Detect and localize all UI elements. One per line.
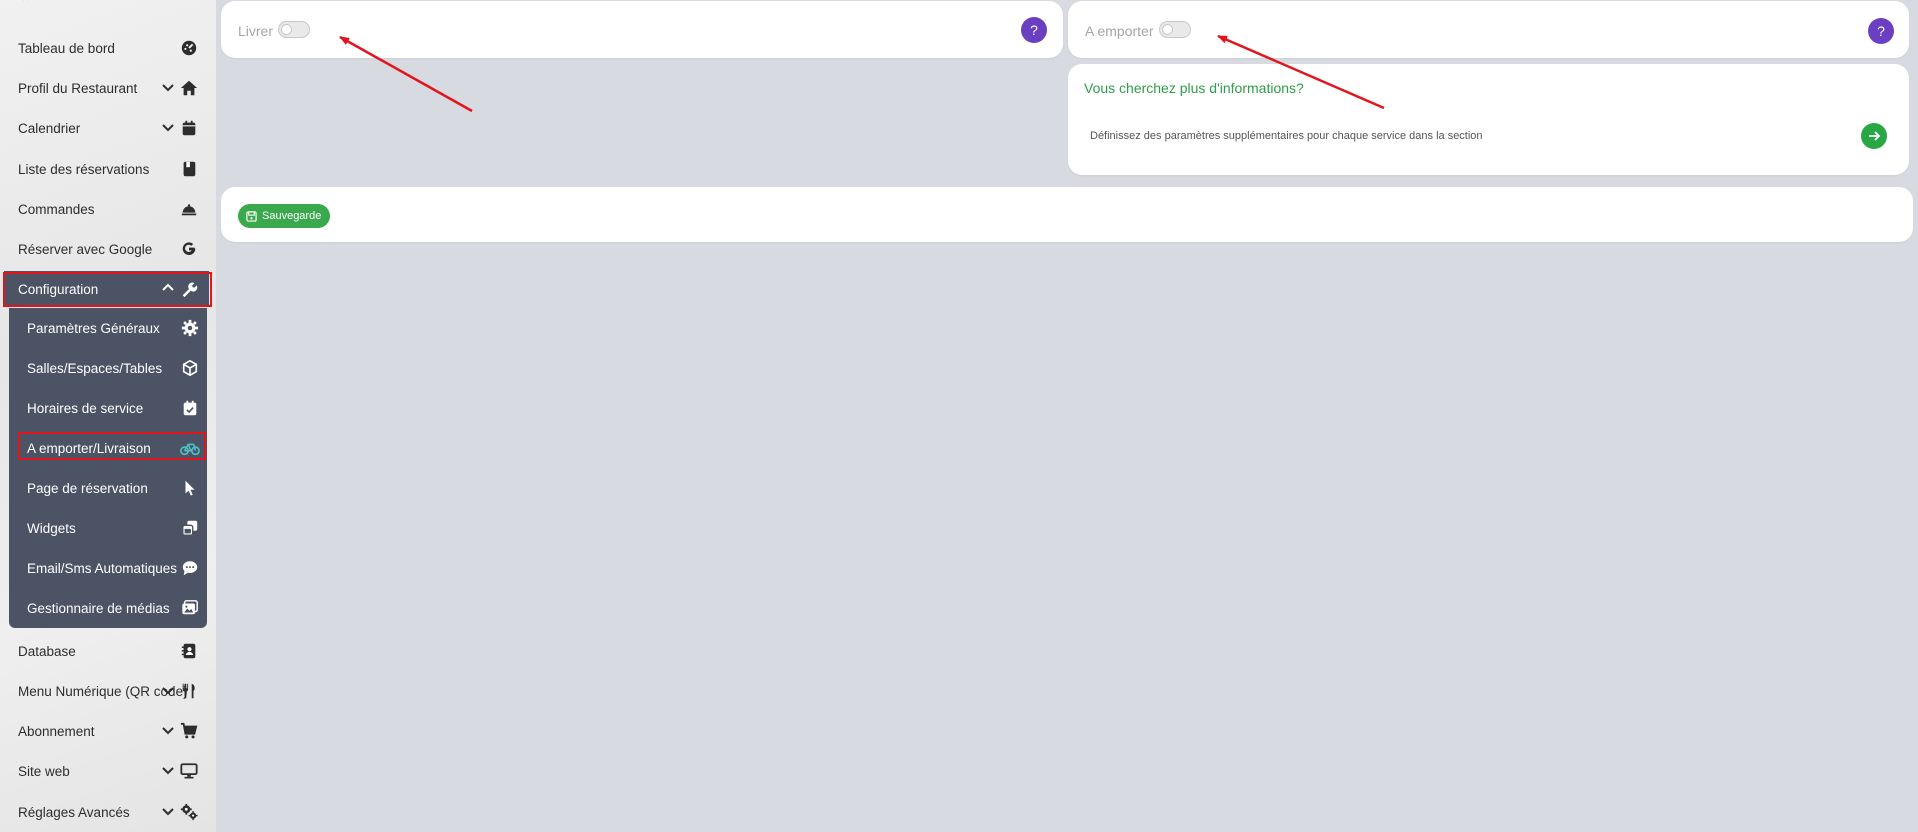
chevron-down-icon [162, 687, 174, 695]
sidebar-item-label: Profil du Restaurant [18, 80, 138, 96]
submenu-item-label: Salles/Espaces/Tables [27, 360, 163, 376]
configuration-submenu: Paramètres Généraux Salles/Espaces/Table… [9, 308, 207, 628]
toggle-knob [1162, 24, 1173, 35]
gear-icon [181, 319, 199, 337]
toggle-knob [281, 24, 292, 35]
chevron-down-icon [162, 124, 174, 132]
home-icon [180, 80, 198, 96]
delivery-help-button[interactable]: ? [1021, 17, 1047, 43]
takeaway-label: A emporter [1085, 23, 1154, 39]
submenu-item-label: Horaires de service [27, 400, 144, 416]
cart-icon [180, 722, 198, 739]
submenu-item-a-emporter-livraison[interactable]: A emporter/Livraison [9, 428, 207, 468]
chevron-down-icon [162, 808, 174, 816]
floppy-disk-icon [246, 210, 257, 222]
gears-icon [180, 803, 198, 821]
arrow-right-icon [1869, 131, 1881, 141]
monitor-icon [180, 763, 198, 779]
book-icon [183, 161, 196, 177]
cube-icon [182, 359, 198, 377]
wrench-icon [182, 282, 198, 298]
sidebar-item-label: Réglages Avancés [18, 804, 130, 820]
sidebar-item-label: Commandes [18, 201, 95, 217]
submenu-item-email-sms-automatiques[interactable]: Email/Sms Automatiques [9, 548, 207, 588]
info-title: Vous cherchez plus d'informations? [1084, 80, 1304, 96]
submenu-item-horaires-de-service[interactable]: Horaires de service [9, 388, 207, 428]
delivery-card: Livrer ? [221, 1, 1063, 58]
sidebar-item-commandes[interactable]: Commandes [0, 189, 216, 229]
takeaway-help-button[interactable]: ? [1868, 18, 1894, 44]
sidebar-item-label: Tableau de bord [18, 40, 115, 56]
submenu-item-salles-espaces-tables[interactable]: Salles/Espaces/Tables [9, 348, 207, 388]
info-text: Définissez des paramètres supplémentaire… [1090, 130, 1483, 142]
google-icon [182, 242, 196, 256]
submenu-item-widgets[interactable]: Widgets [9, 508, 207, 548]
image-icon [182, 600, 198, 615]
calendar-icon [182, 120, 196, 136]
bicycle-icon [180, 443, 200, 456]
delivery-label: Livrer [238, 23, 274, 39]
sidebar-item-reserver-avec-google[interactable]: Réserver avec Google [0, 229, 216, 269]
bell-icon [181, 204, 197, 216]
submenu-item-label: Page de réservation [27, 480, 148, 496]
calendar-check-icon [183, 400, 197, 416]
submenu-item-label: Email/Sms Automatiques [27, 560, 178, 576]
sidebar-item-database[interactable]: Database [0, 631, 216, 671]
sidebar-item-menu-numerique[interactable]: Menu Numérique (QR code) [0, 671, 216, 711]
go-to-section-button[interactable] [1861, 123, 1887, 149]
dashboard-icon [181, 40, 197, 56]
sidebar-item-reglages-avances[interactable]: Réglages Avancés [0, 792, 216, 832]
submenu-item-label: Gestionnaire de médias [27, 600, 170, 616]
utensils-icon [182, 683, 195, 699]
sidebar-item-configuration[interactable]: Configuration [4, 271, 209, 307]
sidebar-item-label: Réserver avec Google [18, 241, 153, 257]
sidebar: ⌃ Tableau de bord Profil du Restaurant C… [0, 0, 216, 832]
sidebar-item-site-web[interactable]: Site web [0, 751, 216, 791]
cursor-icon [185, 480, 195, 496]
submenu-item-gestionnaire-de-medias[interactable]: Gestionnaire de médias [9, 588, 207, 628]
sidebar-item-label: Database [18, 643, 76, 659]
sidebar-item-label: Configuration [18, 281, 99, 297]
chat-icon [182, 561, 198, 576]
submenu-item-parametres-generaux[interactable]: Paramètres Généraux [9, 308, 207, 348]
sidebar-item-tableau-de-bord[interactable]: Tableau de bord [0, 28, 216, 68]
save-card: Sauvegarde [221, 187, 1913, 242]
sidebar-item-profil-du-restaurant[interactable]: Profil du Restaurant [0, 68, 216, 108]
windows-icon [182, 520, 198, 536]
submenu-item-label: Paramètres Généraux [27, 320, 160, 336]
chevron-down-icon [162, 767, 174, 775]
chevron-up-icon [162, 283, 174, 291]
sidebar-item-label: Calendrier [18, 120, 81, 136]
takeaway-card: A emporter ? [1068, 1, 1909, 58]
save-button[interactable]: Sauvegarde [238, 204, 331, 228]
sidebar-item-abonnement[interactable]: Abonnement [0, 711, 216, 751]
submenu-item-label: Widgets [27, 520, 76, 536]
logo-fragment: ⌃ [20, 0, 32, 10]
sidebar-item-label: Liste des réservations [18, 161, 150, 177]
chevron-down-icon [162, 727, 174, 735]
sidebar-item-liste-des-reservations[interactable]: Liste des réservations [0, 149, 216, 189]
sidebar-item-label: Site web [18, 763, 70, 779]
chevron-down-icon [162, 84, 174, 92]
save-button-label: Sauvegarde [262, 210, 322, 222]
delivery-toggle[interactable] [278, 21, 310, 38]
sidebar-item-label: Abonnement [18, 723, 95, 739]
info-card: Vous cherchez plus d'informations? Défin… [1068, 64, 1909, 175]
sidebar-item-calendrier[interactable]: Calendrier [0, 108, 216, 148]
takeaway-toggle[interactable] [1159, 21, 1191, 38]
submenu-item-label: A emporter/Livraison [27, 440, 151, 456]
contacts-icon [181, 643, 196, 659]
submenu-item-page-de-reservation[interactable]: Page de réservation [9, 468, 207, 508]
